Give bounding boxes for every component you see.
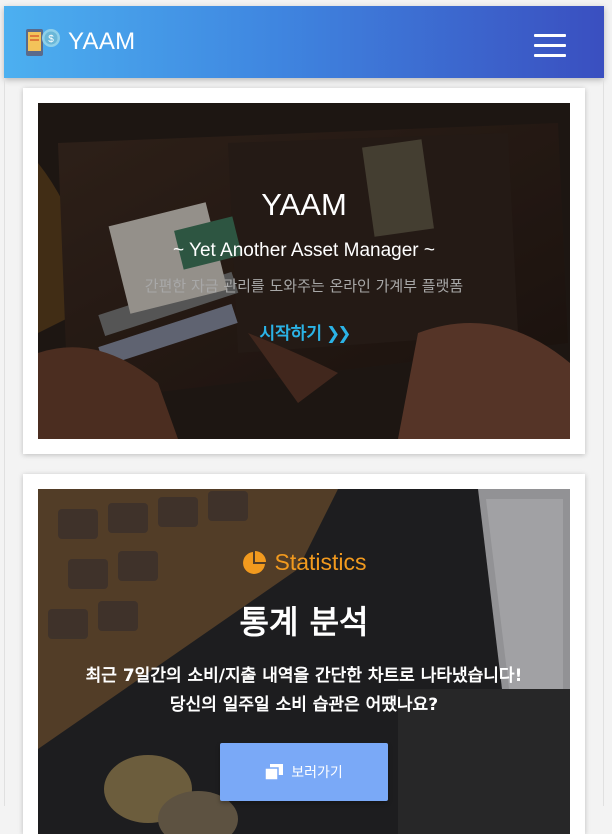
statistics-banner: Statistics 통계 분석 최근 7일간의 소비/지출 내역을 간단한 차… bbox=[38, 489, 570, 834]
statistics-description-line2: 당신의 일주일 소비 습관은 어땠나요? bbox=[169, 695, 439, 715]
hero-overlay bbox=[38, 103, 570, 439]
page-edge-left bbox=[4, 78, 5, 806]
copy-icon bbox=[265, 764, 284, 780]
statistics-label-text: Statistics bbox=[274, 549, 367, 575]
phone-money-icon: $ bbox=[26, 29, 60, 56]
statistics-title: 통계 분석 bbox=[239, 603, 369, 641]
brand-link[interactable]: $ YAAM bbox=[24, 24, 135, 60]
hero-title: YAAM bbox=[261, 187, 347, 222]
double-chevron-right-icon: ❯❯ bbox=[326, 324, 351, 344]
brand-name: YAAM bbox=[68, 28, 136, 55]
hero-banner: YAAM ~ Yet Another Asset Manager ~ 간편한 자… bbox=[38, 103, 570, 439]
svg-text:$: $ bbox=[48, 34, 54, 45]
statistics-description-line1: 최근 7일간의 소비/지출 내역을 간단한 차트로 나타냈습니다! bbox=[85, 666, 523, 686]
hero-card: YAAM ~ Yet Another Asset Manager ~ 간편한 자… bbox=[23, 88, 585, 454]
statistics-card: Statistics 통계 분석 최근 7일간의 소비/지출 내역을 간단한 차… bbox=[23, 474, 585, 834]
hero-description: 간편한 자금 관리를 도와주는 온라인 가계부 플랫폼 bbox=[144, 277, 464, 295]
hamburger-menu-icon[interactable] bbox=[534, 34, 566, 58]
top-navbar: $ YAAM bbox=[4, 6, 604, 78]
view-statistics-button[interactable]: 보러가기 bbox=[220, 743, 388, 801]
view-statistics-label: 보러가기 bbox=[291, 765, 343, 781]
pie-chart-icon bbox=[243, 550, 267, 574]
page-edge-right bbox=[603, 78, 604, 806]
start-link[interactable]: 시작하기 ❯❯ bbox=[38, 319, 570, 344]
statistics-label: Statistics bbox=[38, 549, 570, 576]
start-link-label: 시작하기 bbox=[259, 324, 323, 344]
hero-subtitle: ~ Yet Another Asset Manager ~ bbox=[173, 240, 435, 261]
